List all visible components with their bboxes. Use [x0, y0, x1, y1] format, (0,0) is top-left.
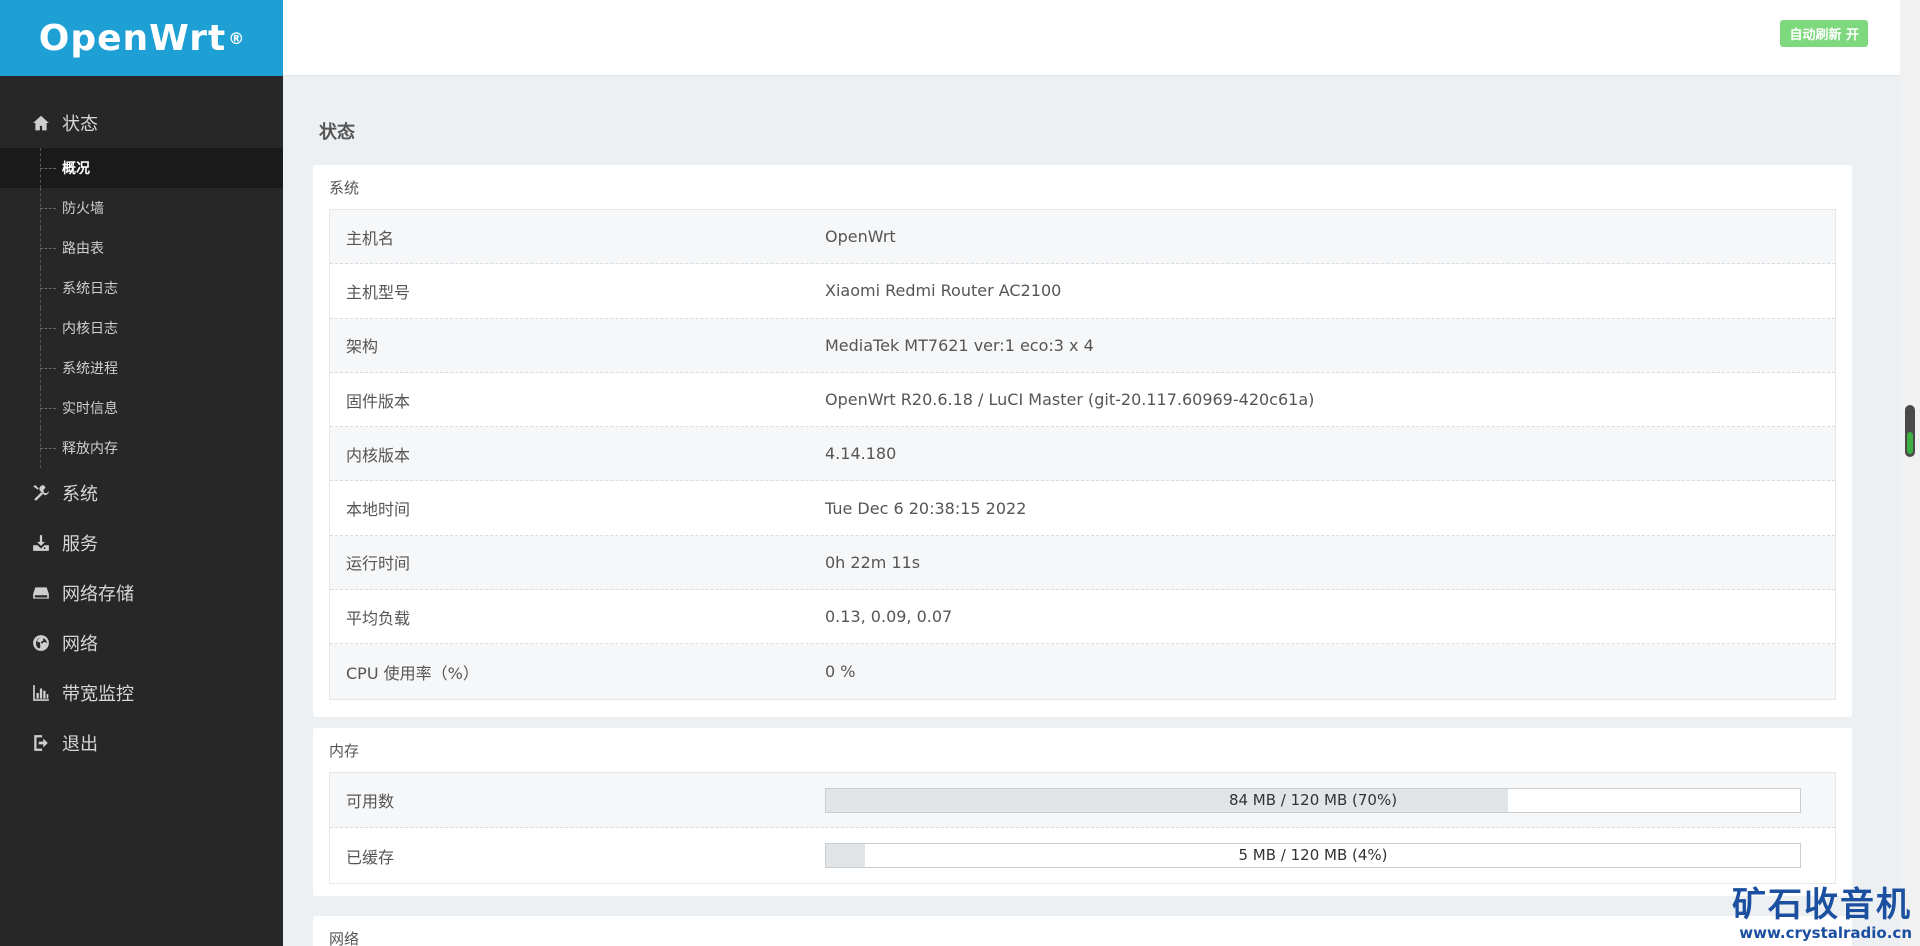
menu-item-logout[interactable]: 退出 — [0, 718, 283, 768]
network-section-title: 网络 — [329, 930, 360, 946]
brand-name: OpenWrt — [38, 17, 227, 59]
system-info-table: 主机名 OpenWrt 主机型号 Xiaomi Redmi Router AC210… — [329, 209, 1836, 700]
menu-item-label: 退出 — [62, 734, 98, 755]
watermark-text: 矿石收音机 — [1732, 885, 1912, 925]
row-key: 固件版本 — [346, 391, 411, 411]
menu-item-label: 状态 — [62, 114, 98, 135]
row-key: 主机型号 — [346, 282, 411, 302]
memory-card: 内存 可用数 84 MB / 120 MB (70%) 已缓存 5 MB / 1… — [313, 728, 1852, 896]
row-key: 可用数 — [346, 792, 395, 811]
menu-item-label: 网络 — [62, 634, 98, 655]
row-value: Tue Dec 6 20:38:15 2022 — [825, 498, 1027, 518]
row-value: Xiaomi Redmi Router AC2100 — [825, 281, 1062, 301]
table-row: 本地时间 Tue Dec 6 20:38:15 2022 — [330, 481, 1835, 536]
menu-item-status[interactable]: 状态 — [0, 98, 283, 148]
menu-item-label: 带宽监控 — [62, 684, 134, 705]
row-key: 已缓存 — [346, 847, 395, 867]
sub-item-processes[interactable]: 系统进程 — [0, 348, 283, 388]
row-key: 主机名 — [346, 228, 395, 248]
system-section-title: 系统 — [329, 179, 360, 197]
page-title: 状态 — [319, 122, 355, 143]
row-value: 0.13, 0.09, 0.07 — [825, 607, 953, 627]
menu-item-bandwidth[interactable]: 带宽监控 — [0, 668, 283, 718]
tools-icon — [30, 482, 52, 504]
brand-logo[interactable]: OpenWrt ® — [0, 0, 283, 76]
row-value: 0h 22m 11s — [825, 552, 921, 572]
menu-item-network[interactable]: 网络 — [0, 618, 283, 668]
main-content: 状态 系统 主机名 OpenWrt 主机型号 Xiaomi Redmi Router… — [283, 76, 1900, 946]
scrollbar-thumb-indicator — [1907, 432, 1913, 454]
globe-icon — [30, 632, 52, 654]
auto-refresh-toggle[interactable]: 自动刷新 开 — [1780, 20, 1868, 47]
row-value: OpenWrt R20.6.18 / LuCI Master (git-20.1… — [825, 390, 1315, 410]
watermark-url: www.crystalradio.cn — [1739, 924, 1912, 942]
memory-cached-progress: 5 MB / 120 MB (4%) — [825, 843, 1801, 868]
menu-item-label: 网络存储 — [62, 584, 134, 605]
sub-item-kernel-log[interactable]: 内核日志 — [0, 308, 283, 348]
menu-item-label: 系统 — [62, 484, 98, 505]
row-key: 架构 — [346, 337, 379, 357]
table-row: 架构 MediaTek MT7621 ver:1 eco:3 x 4 — [330, 318, 1835, 373]
menu-item-services[interactable]: 服务 — [0, 518, 283, 568]
menu-item-label: 服务 — [62, 534, 98, 555]
sub-item-firewall[interactable]: 防火墙 — [0, 188, 283, 228]
bar-chart-icon — [30, 682, 52, 704]
row-value: 4.14.180 — [825, 444, 897, 464]
sub-item-free-memory[interactable]: 释放内存 — [0, 428, 283, 468]
download-icon — [30, 532, 52, 554]
main-menu: 状态 概况 防火墙 路由表 系统日志 内核日志 系统进程 实时信息 释放内存 系… — [0, 76, 283, 768]
table-row: 主机型号 Xiaomi Redmi Router AC2100 — [330, 264, 1835, 319]
table-row: CPU 使用率（%） 0 % — [330, 644, 1835, 699]
row-key: 本地时间 — [346, 500, 411, 520]
progress-text: 5 MB / 120 MB (4%) — [1238, 846, 1388, 864]
row-value: OpenWrt — [825, 227, 896, 247]
network-card: 网络 — [313, 916, 1852, 946]
sub-item-routes[interactable]: 路由表 — [0, 228, 283, 268]
table-row: 平均负载 0.13, 0.09, 0.07 — [330, 590, 1835, 645]
page-scrollbar[interactable] — [1900, 0, 1920, 946]
logout-icon — [30, 732, 52, 754]
home-icon — [30, 112, 52, 134]
memory-available-progress: 84 MB / 120 MB (70%) — [825, 787, 1801, 813]
brand-registered-mark: ® — [228, 28, 245, 48]
sidebar: OpenWrt ® 状态 概况 防火墙 路由表 系统日志 内核日志 系统进程 实时… — [0, 0, 283, 946]
table-row: 主机名 OpenWrt — [330, 210, 1835, 265]
watermark: 矿石收音机 www.crystalradio.cn — [1732, 886, 1912, 942]
status-submenu: 概况 防火墙 路由表 系统日志 内核日志 系统进程 实时信息 释放内存 — [0, 148, 283, 468]
row-key: CPU 使用率（%） — [346, 663, 479, 683]
table-row: 已缓存 5 MB / 120 MB (4%) — [330, 828, 1835, 883]
table-row: 固件版本 OpenWrt R20.6.18 / LuCI Master (git-… — [330, 373, 1835, 428]
progress-text: 84 MB / 120 MB (70%) — [1228, 790, 1398, 809]
table-row: 运行时间 0h 22m 11s — [330, 535, 1835, 591]
row-value: MediaTek MT7621 ver:1 eco:3 x 4 — [825, 335, 1094, 355]
row-key: 运行时间 — [346, 554, 411, 574]
system-card: 系统 主机名 OpenWrt 主机型号 Xiaomi Redmi Router AC… — [313, 165, 1852, 717]
sub-item-system-log[interactable]: 系统日志 — [0, 268, 283, 308]
menu-item-nas[interactable]: 网络存储 — [0, 568, 283, 618]
row-key: 平均负载 — [346, 608, 411, 628]
sub-item-realtime[interactable]: 实时信息 — [0, 388, 283, 428]
menu-item-system[interactable]: 系统 — [0, 468, 283, 518]
top-header: 自动刷新 开 — [283, 0, 1900, 76]
row-value: 0 % — [825, 662, 856, 682]
sub-item-overview[interactable]: 概况 — [0, 148, 283, 188]
row-key: 内核版本 — [346, 445, 411, 465]
memory-table: 可用数 84 MB / 120 MB (70%) 已缓存 5 MB / 120 … — [329, 772, 1836, 884]
memory-section-title: 内存 — [329, 742, 360, 760]
drive-icon — [30, 582, 52, 604]
table-row: 内核版本 4.14.180 — [330, 427, 1835, 482]
table-row: 可用数 84 MB / 120 MB (70%) — [330, 773, 1835, 828]
